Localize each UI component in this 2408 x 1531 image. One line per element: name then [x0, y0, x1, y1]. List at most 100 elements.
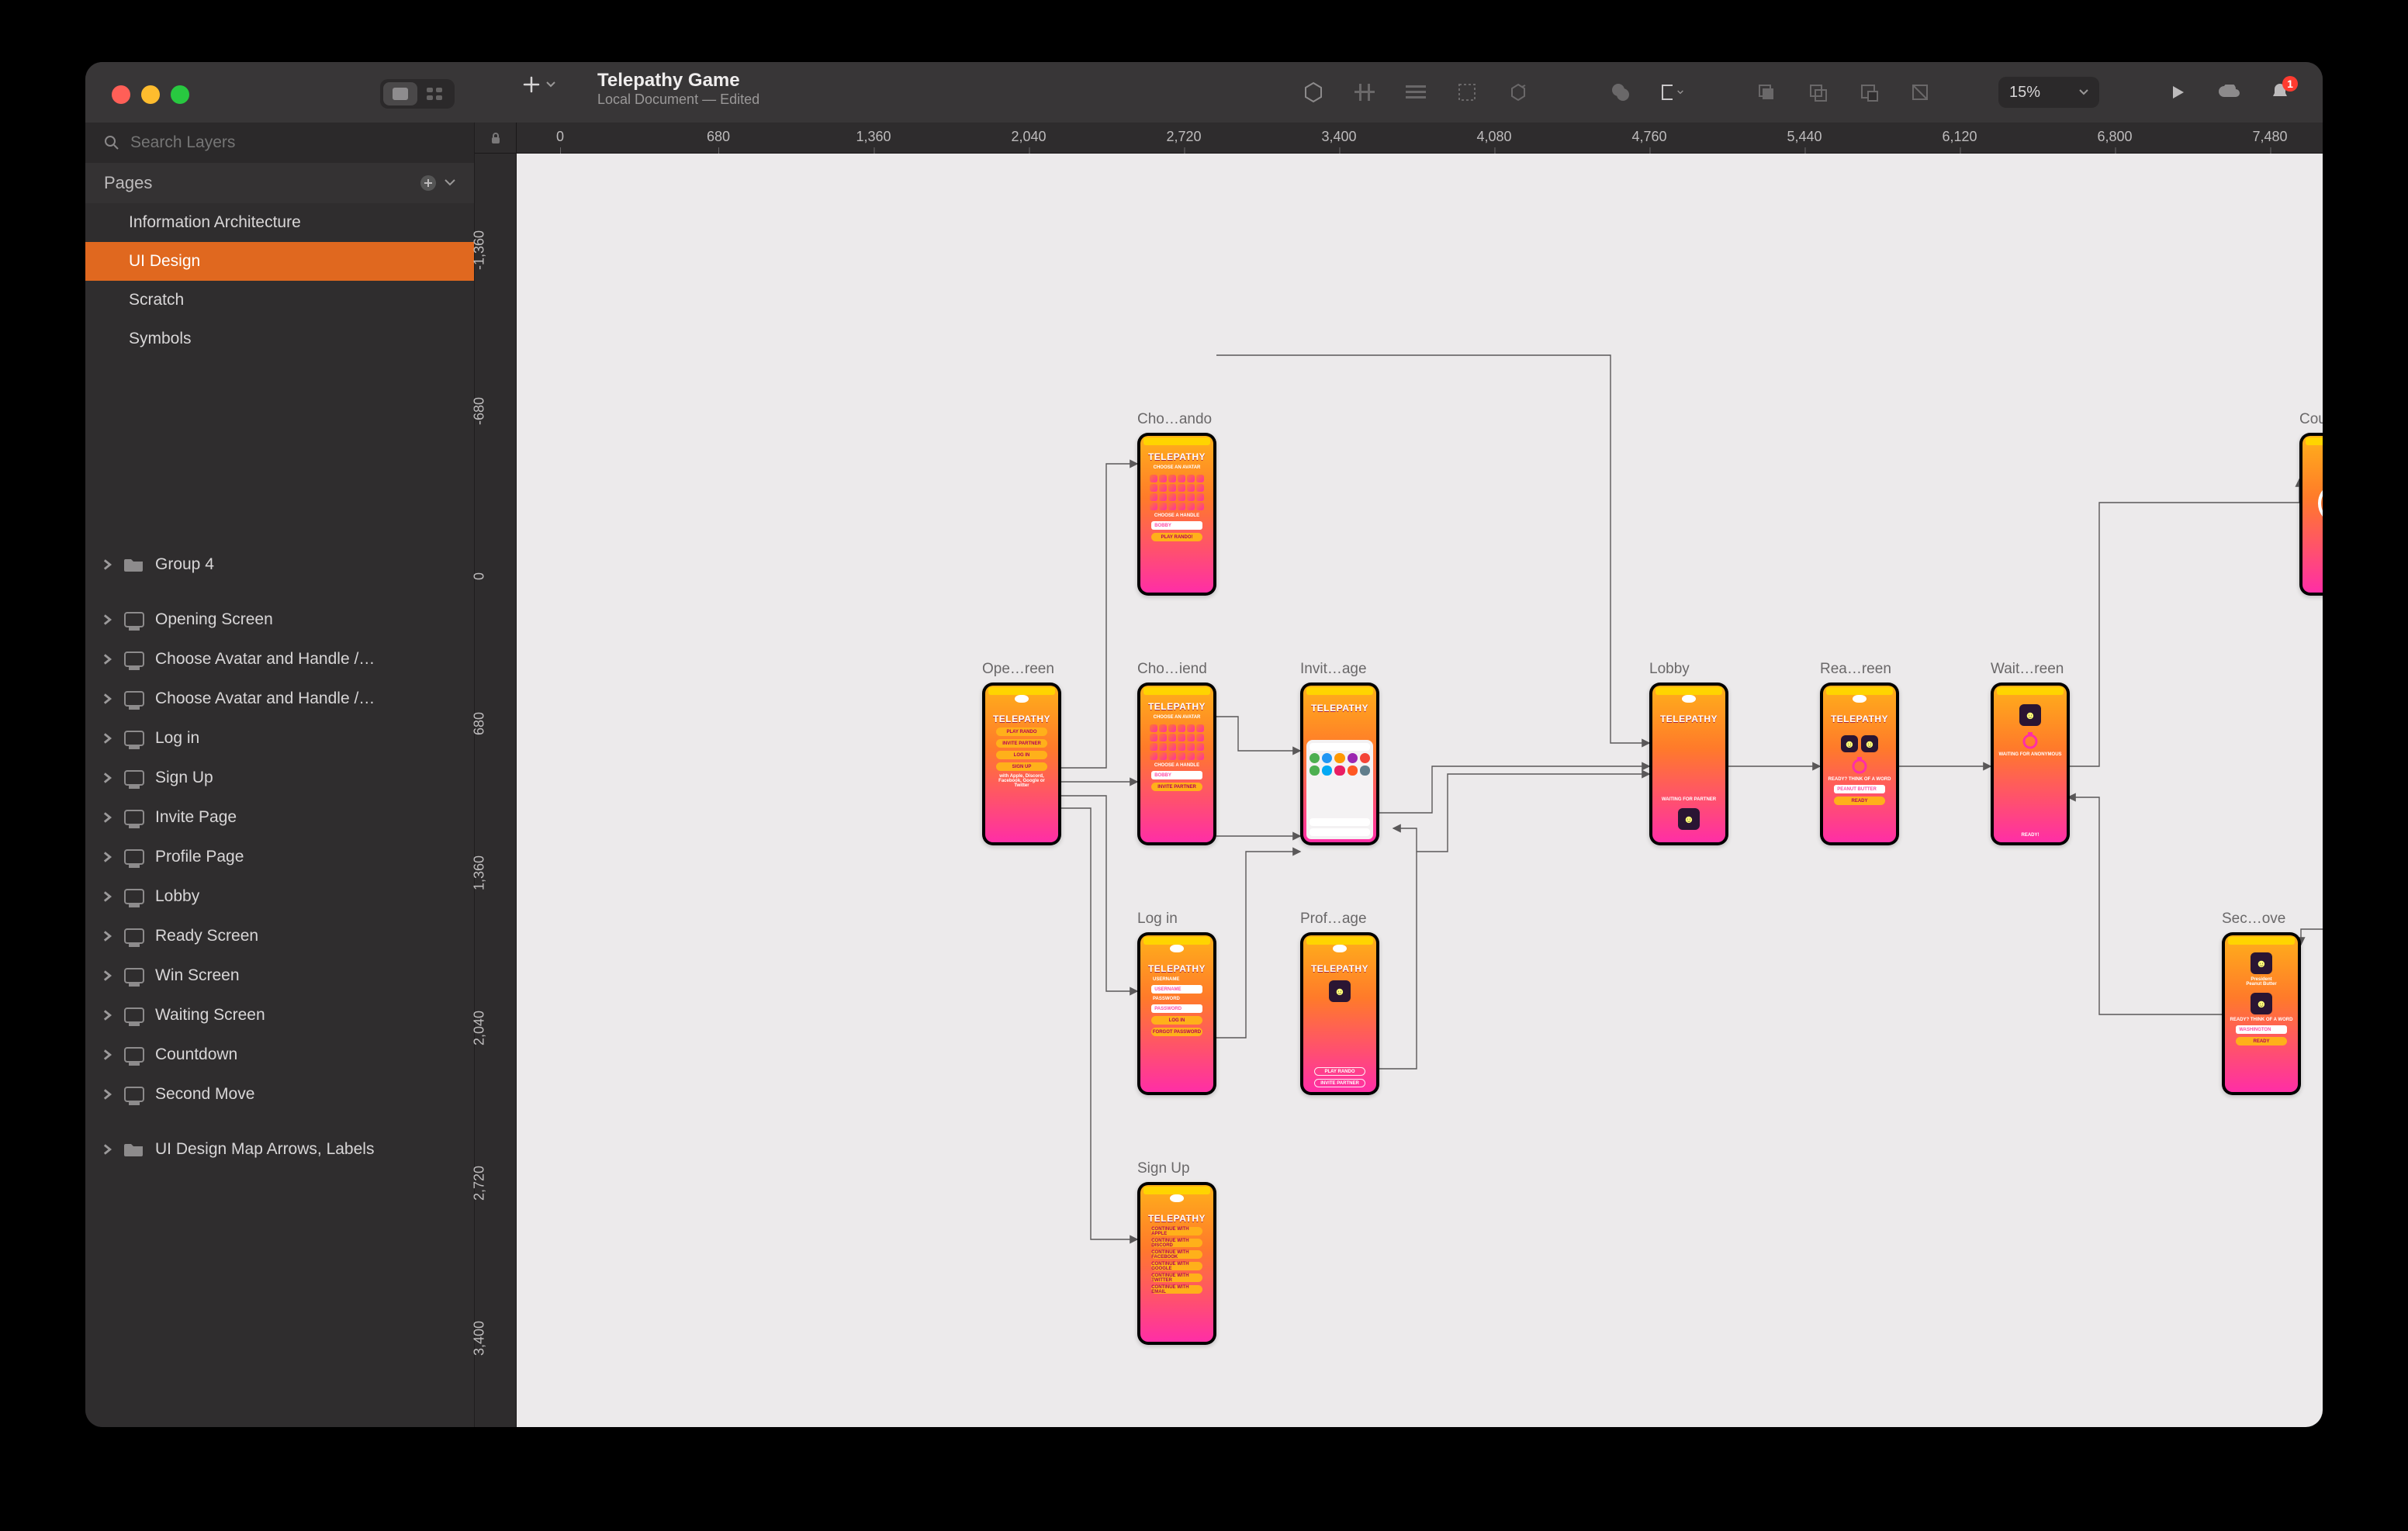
chevron-right-icon — [102, 931, 113, 942]
layer-row[interactable]: Opening Screen — [85, 600, 474, 639]
layer-row[interactable]: Invite Page — [85, 797, 474, 837]
boolean-tool[interactable] — [1609, 81, 1632, 104]
layers-panel: Group 4 Opening Screen Choose Avatar and H… — [85, 544, 474, 1427]
subtract-tool[interactable] — [1857, 81, 1880, 104]
doc-title-text: Telepathy Game — [597, 70, 759, 92]
timer-icon — [1851, 755, 1868, 774]
chevron-right-icon — [102, 852, 113, 862]
artboard-icon — [124, 1047, 144, 1063]
artboard-icon — [124, 612, 144, 627]
chevron-right-icon — [102, 812, 113, 823]
chevron-right-icon — [102, 614, 113, 625]
page-item[interactable]: Scratch — [85, 281, 474, 320]
zoom-window-button[interactable] — [171, 85, 189, 104]
chevron-right-icon — [102, 654, 113, 665]
view-list-toggle[interactable] — [383, 82, 417, 105]
layer-search-input[interactable] — [130, 133, 455, 152]
document-title: Telepathy Game Local Document — Edited — [597, 70, 759, 108]
artboard-second-move[interactable]: Sec…ove ☻ PresidentPeanut Butter ☻ READY… — [2222, 932, 2301, 1095]
pages-chevron-icon[interactable] — [445, 179, 455, 187]
close-window-button[interactable] — [112, 85, 130, 104]
layer-row[interactable]: UI Design Map Arrows, Labels — [85, 1129, 474, 1169]
zoom-value: 15% — [2009, 84, 2040, 102]
ruler-vertical[interactable]: -1,360-68006801,3602,0402,7203,400 — [475, 154, 517, 1427]
chevron-right-icon — [102, 1089, 113, 1100]
view-grid-toggle[interactable] — [417, 82, 452, 105]
layer-row[interactable]: Log in — [85, 718, 474, 758]
artboard-choose-iend[interactable]: Cho…iend TELEPATHY CHOOSE AN AVATAR CHOO… — [1137, 683, 1216, 845]
chevron-right-icon — [102, 891, 113, 902]
artboard-choose-rando[interactable]: Cho…ando TELEPATHY CHOOSE AN AVATAR CHOO… — [1137, 433, 1216, 596]
artboard-countdown[interactable]: Cou…own ☻ 3 ☻ — [2299, 433, 2323, 596]
artboard-icon — [124, 691, 144, 707]
artboard-waiting[interactable]: Wait…reen ☻ WAITING FOR ANONYMOUS READY! — [1991, 683, 2070, 845]
layer-label: Lobby — [155, 887, 199, 906]
artboard-login[interactable]: Log in TELEPATHY USERNAME USERNAME PASSW… — [1137, 932, 1216, 1095]
artboard-signup[interactable]: Sign Up TELEPATHY CONTINUE WITH APPLE CO… — [1137, 1182, 1216, 1345]
cloud-button[interactable] — [2217, 81, 2240, 104]
union-tool[interactable] — [1806, 81, 1829, 104]
ruler-origin[interactable] — [475, 123, 517, 154]
layer-search[interactable] — [85, 123, 474, 163]
preview-button[interactable] — [2166, 81, 2189, 104]
layer-label: Choose Avatar and Handle /… — [155, 689, 375, 708]
scale-dropdown[interactable] — [1660, 81, 1683, 104]
layer-label: Choose Avatar and Handle /… — [155, 650, 375, 669]
layer-label: Countdown — [155, 1045, 237, 1064]
layer-row[interactable]: Waiting Screen — [85, 995, 474, 1035]
layer-label: Invite Page — [155, 808, 237, 827]
forward-tool[interactable] — [1755, 81, 1778, 104]
layer-label: Waiting Screen — [155, 1006, 265, 1025]
layer-row[interactable]: Second Move — [85, 1074, 474, 1114]
layer-row[interactable]: Ready Screen — [85, 916, 474, 956]
left-sidebar: Pages Information ArchitectureUI DesignS… — [85, 123, 475, 1427]
layer-row[interactable]: Countdown — [85, 1035, 474, 1074]
layer-row[interactable]: Sign Up — [85, 758, 474, 797]
resize-tool[interactable] — [1455, 81, 1479, 104]
artboard-profile[interactable]: Prof…age TELEPATHY ☻ PLAY RANDO INVITE P… — [1300, 932, 1379, 1095]
artboard-icon — [124, 889, 144, 904]
titlebar: Telepathy Game Local Document — Edited — [85, 62, 2323, 123]
artboard-lobby[interactable]: Lobby TELEPATHY WAITING FOR PARTNER ☻ — [1649, 683, 1728, 845]
pages-section-header: Pages — [85, 163, 474, 203]
layer-row[interactable]: Choose Avatar and Handle /… — [85, 639, 474, 679]
layer-row[interactable]: Profile Page — [85, 837, 474, 876]
page-item[interactable]: UI Design — [85, 242, 474, 281]
layer-label: Second Move — [155, 1085, 254, 1104]
doc-subtitle-text: Local Document — Edited — [597, 92, 759, 108]
artboard-icon — [124, 1087, 144, 1102]
zoom-select[interactable]: 15% — [1998, 77, 2099, 108]
layer-row[interactable]: Win Screen — [85, 956, 474, 995]
canvas-board[interactable]: SAMEOR NO Ope…reen TELEPATHY PLAY RANDO … — [517, 154, 2323, 1427]
artboard-opening[interactable]: Ope…reen TELEPATHY PLAY RANDO INVITE PAR… — [982, 683, 1061, 845]
artboard-invite[interactable]: Invit…age TELEPATHY — [1300, 683, 1379, 845]
align-tool[interactable] — [1353, 81, 1376, 104]
plus-icon — [523, 76, 540, 93]
sidebar-view-toggle — [380, 79, 455, 109]
artboard-icon — [124, 1007, 144, 1023]
layer-row[interactable]: Lobby — [85, 876, 474, 916]
ruler-horizontal[interactable]: 06801,3602,0402,7203,4004,0804,7605,4406… — [517, 123, 2323, 154]
flatten-tool[interactable] — [1908, 81, 1932, 104]
layer-label: UI Design Map Arrows, Labels — [155, 1140, 374, 1159]
tidy-tool[interactable] — [1404, 81, 1427, 104]
folder-icon — [124, 1142, 144, 1157]
pages-label: Pages — [104, 173, 152, 193]
app-window: Telepathy Game Local Document — Edited — [85, 62, 2323, 1427]
notifications-button[interactable]: 1 — [2268, 81, 2292, 104]
add-page-button[interactable] — [420, 175, 437, 192]
insert-menu[interactable] — [523, 76, 555, 93]
chevron-right-icon — [102, 1010, 113, 1021]
layer-row[interactable]: Choose Avatar and Handle /… — [85, 679, 474, 718]
lock-icon — [490, 132, 501, 144]
page-item[interactable]: Symbols — [85, 320, 474, 358]
artboard-icon — [124, 928, 144, 944]
layer-row[interactable]: Group 4 — [85, 544, 474, 584]
create-symbol-tool[interactable] — [1507, 81, 1530, 104]
minimize-window-button[interactable] — [141, 85, 160, 104]
symbol-tool[interactable] — [1302, 81, 1325, 104]
grid-icon — [427, 88, 442, 100]
artboard-ready[interactable]: Rea…reen TELEPATHY ☻☻ READY? THINK OF A … — [1820, 683, 1899, 845]
page-item[interactable]: Information Architecture — [85, 203, 474, 242]
canvas-area[interactable]: 06801,3602,0402,7203,4004,0804,7605,4406… — [475, 123, 2323, 1427]
